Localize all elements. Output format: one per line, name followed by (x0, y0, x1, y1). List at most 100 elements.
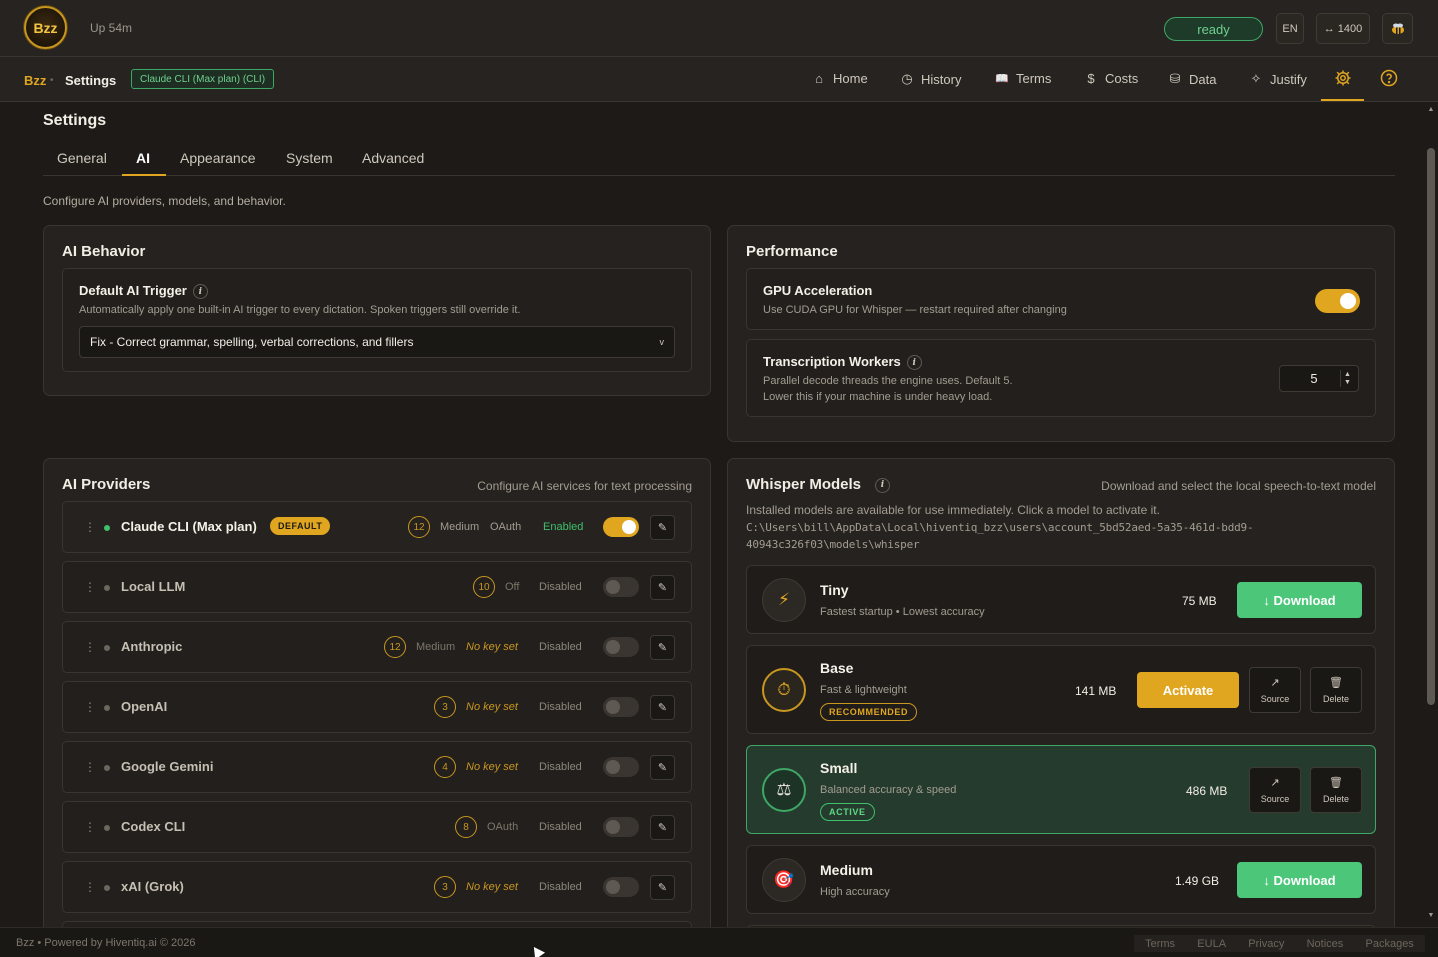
provider-tier: Off (505, 581, 520, 593)
workers-title: Transcription Workers i (763, 354, 922, 371)
drag-handle-icon[interactable]: ⋮ (84, 580, 96, 594)
nav-history[interactable]: ◷ History (900, 71, 961, 87)
nav-home[interactable]: ⌂ Home (812, 71, 868, 86)
model-count: 3 (434, 876, 456, 898)
drag-handle-icon[interactable]: ⋮ (84, 640, 96, 654)
download-button[interactable]: ↓ Download (1237, 862, 1362, 898)
edit-icon[interactable]: ✎ (650, 515, 675, 540)
width-button[interactable]: ↔ 1400 (1316, 13, 1370, 44)
provider-name: Local LLM (121, 579, 186, 594)
provider-toggle[interactable] (603, 817, 639, 837)
provider-toggle[interactable] (603, 517, 639, 537)
edit-icon[interactable]: ✎ (650, 695, 675, 720)
delete-button[interactable]: 🗑 Delete (1310, 767, 1362, 813)
provider-name: xAI (Grok) (121, 879, 184, 894)
provider-key-status: No key set (466, 761, 518, 773)
scroll-up-icon[interactable]: ▲ (1427, 106, 1435, 113)
model-row[interactable]: ⏱ Base Fast & lightweight RECOMMENDED 14… (746, 645, 1376, 734)
delete-button[interactable]: 🗑 Delete (1310, 667, 1362, 713)
trash-icon: 🗑 (1329, 677, 1343, 689)
edit-icon[interactable]: ✎ (650, 575, 675, 600)
provider-status: Disabled (539, 641, 582, 653)
footer-link-packages[interactable]: Packages (1366, 938, 1414, 950)
language-button[interactable]: EN (1276, 13, 1304, 44)
provider-row[interactable]: ⋮ Claude CLI (Max plan) DEFAULT 12 Mediu… (62, 501, 692, 553)
source-label: Source (1260, 794, 1290, 804)
provider-row[interactable]: ⋮ xAI (Grok) 3 No key set Disabled ✎ (62, 861, 692, 913)
status-badge: ready (1164, 17, 1263, 41)
model-count: 8 (455, 816, 477, 838)
workers-value: 5 (1310, 371, 1318, 386)
model-row[interactable]: ⚡ Tiny Fastest startup • Lowest accuracy… (746, 565, 1376, 634)
info-icon[interactable]: i (906, 355, 922, 371)
sparkle-icon: ✧ (1250, 71, 1262, 86)
provider-toggle[interactable] (603, 877, 639, 897)
tab-ai[interactable]: AI (136, 150, 150, 166)
footer-link-eula[interactable]: EULA (1197, 938, 1226, 950)
provider-status: Enabled (543, 521, 584, 533)
bee-icon[interactable] (1382, 13, 1413, 44)
footer-link-privacy[interactable]: Privacy (1248, 938, 1284, 950)
provider-tier: Medium (440, 521, 480, 533)
drag-handle-icon[interactable]: ⋮ (84, 520, 96, 534)
provider-row[interactable]: ⋮ Google Gemini 4 No key set Disabled ✎ (62, 741, 692, 793)
gpu-toggle[interactable] (1315, 289, 1360, 313)
nav-data[interactable]: ⛁ Data (1168, 71, 1217, 87)
nav-terms[interactable]: 📖 Terms (995, 71, 1051, 86)
edit-icon[interactable]: ✎ (650, 635, 675, 660)
model-desc: Fastest startup • Lowest accuracy (820, 606, 985, 618)
help-icon[interactable] (1377, 66, 1401, 90)
scroll-down-icon[interactable]: ▼ (1427, 912, 1435, 919)
provider-toggle[interactable] (603, 697, 639, 717)
default-badge: DEFAULT (270, 517, 331, 535)
drag-handle-icon[interactable]: ⋮ (84, 880, 96, 894)
model-count: 3 (434, 696, 456, 718)
edit-icon[interactable]: ✎ (650, 755, 675, 780)
provider-toggle[interactable] (603, 757, 639, 777)
footer-link-terms[interactable]: Terms (1145, 938, 1175, 950)
nav-justify[interactable]: ✧ Justify (1249, 71, 1307, 87)
provider-toggle[interactable] (603, 637, 639, 657)
footer-link-notices[interactable]: Notices (1307, 938, 1344, 950)
status-dot (104, 585, 110, 591)
tab-advanced[interactable]: Advanced (362, 150, 424, 166)
tab-active-indicator (122, 174, 166, 176)
breadcrumb-brand[interactable]: Bzz (24, 73, 46, 88)
status-dot (104, 885, 110, 891)
workers-stepper[interactable]: 5 ▲ ▼ (1279, 365, 1359, 392)
workers-desc-1: Parallel decode threads the engine uses.… (763, 375, 1013, 387)
drag-handle-icon[interactable]: ⋮ (84, 820, 96, 834)
whisper-title: Whisper Models i (746, 476, 891, 493)
provider-name: Google Gemini (121, 759, 214, 774)
drag-handle-icon[interactable]: ⋮ (84, 760, 96, 774)
info-icon[interactable]: i (192, 284, 208, 300)
provider-toggle[interactable] (603, 577, 639, 597)
provider-row[interactable]: ⋮ Codex CLI 8 OAuth Disabled ✎ (62, 801, 692, 853)
model-row[interactable]: 🎯 Medium High accuracy 1.49 GB ↓ Downloa… (746, 845, 1376, 914)
stepper-arrows-icon[interactable]: ▲ ▼ (1340, 370, 1354, 387)
provider-row[interactable]: ⋮ Local LLM 10 Off Disabled ✎ (62, 561, 692, 613)
source-button[interactable]: ↗ Source (1249, 667, 1301, 713)
nav-costs[interactable]: $ Costs (1084, 71, 1138, 86)
drag-handle-icon[interactable]: ⋮ (84, 700, 96, 714)
provider-name: Claude CLI (Max plan) (121, 519, 257, 534)
provider-row[interactable]: ⋮ Anthropic 12 Medium No key set Disable… (62, 621, 692, 673)
edit-icon[interactable]: ✎ (650, 815, 675, 840)
download-button[interactable]: ↓ Download (1237, 582, 1362, 618)
model-row[interactable]: ⚖ Small Balanced accuracy & speed ACTIVE… (746, 745, 1376, 834)
scrollbar[interactable]: ▲ ▼ (1424, 102, 1438, 927)
edit-icon[interactable]: ✎ (650, 875, 675, 900)
tab-appearance[interactable]: Appearance (180, 150, 256, 166)
provider-row[interactable]: ⋮ OpenAI 3 No key set Disabled ✎ (62, 681, 692, 733)
source-button[interactable]: ↗ Source (1249, 767, 1301, 813)
info-icon[interactable]: i (875, 477, 891, 493)
trigger-select[interactable]: Fix - Correct grammar, spelling, verbal … (79, 326, 675, 358)
settings-gear-icon[interactable] (1321, 57, 1364, 101)
activate-button[interactable]: Activate (1137, 672, 1239, 708)
scroll-thumb[interactable] (1427, 148, 1435, 705)
provider-status: Disabled (539, 881, 582, 893)
trigger-select-value: Fix - Correct grammar, spelling, verbal … (90, 335, 414, 349)
tab-general[interactable]: General (57, 150, 107, 166)
status-dot (104, 645, 110, 651)
tab-system[interactable]: System (286, 150, 333, 166)
